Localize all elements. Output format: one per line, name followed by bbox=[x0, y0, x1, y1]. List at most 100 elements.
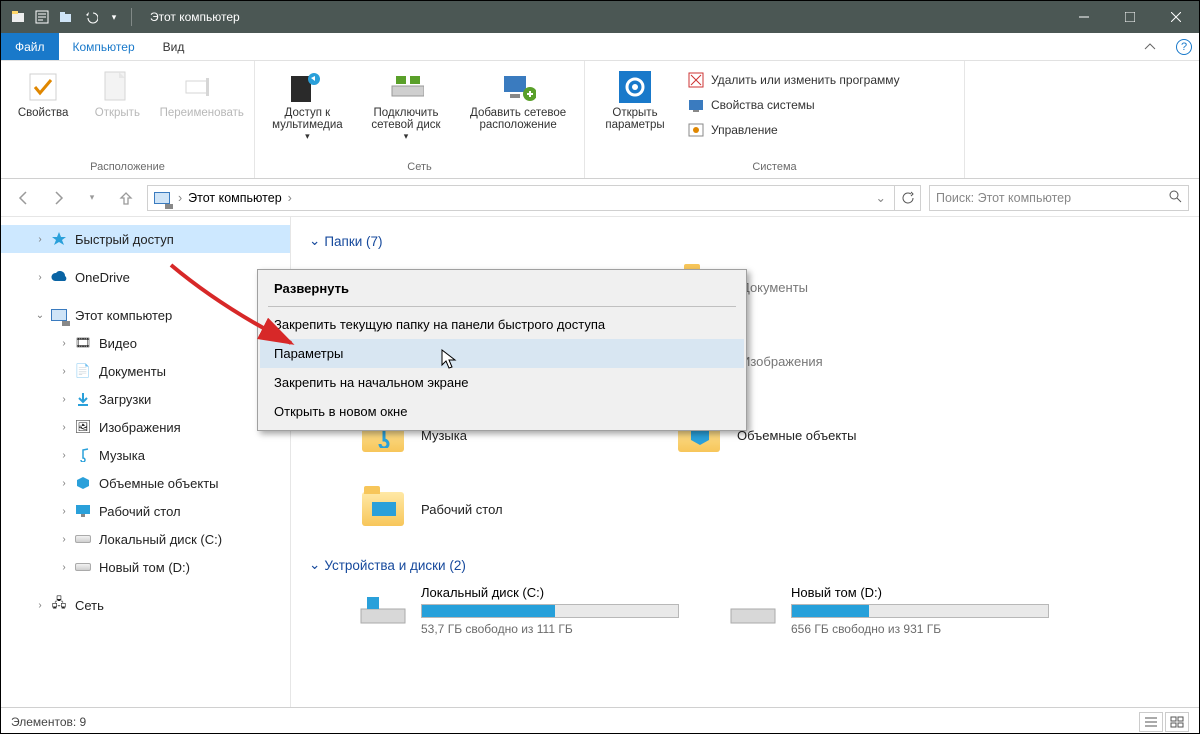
tab-computer[interactable]: Компьютер bbox=[59, 33, 149, 60]
chevron-right-icon[interactable]: › bbox=[286, 191, 294, 205]
qat-properties-icon[interactable] bbox=[31, 6, 53, 28]
up-button[interactable] bbox=[113, 185, 139, 211]
search-icon bbox=[1168, 189, 1182, 206]
tab-file[interactable]: Файл bbox=[1, 33, 59, 60]
chevron-down-icon: ⌄ bbox=[309, 557, 320, 573]
ribbon-tabs: Файл Компьютер Вид ? bbox=[1, 33, 1199, 61]
drive-icon bbox=[73, 557, 93, 577]
qat-new-folder-icon[interactable] bbox=[55, 6, 77, 28]
qat-undo-icon[interactable] bbox=[79, 6, 101, 28]
view-details-button[interactable] bbox=[1139, 712, 1163, 732]
tree-music[interactable]: ›Музыка bbox=[1, 441, 290, 469]
chevron-down-icon: ⌄ bbox=[309, 233, 320, 249]
tree-3d-objects[interactable]: ›Объемные объекты bbox=[1, 469, 290, 497]
monitor-icon bbox=[152, 188, 172, 208]
usage-bar bbox=[421, 604, 679, 618]
tree-documents[interactable]: ›📄Документы bbox=[1, 357, 290, 385]
tree-disk-c[interactable]: ›Локальный диск (C:) bbox=[1, 525, 290, 553]
folder-desktop-icon bbox=[359, 485, 407, 533]
recent-dropdown[interactable]: ▾ bbox=[79, 185, 105, 211]
system-icon bbox=[687, 96, 705, 114]
drive-icon bbox=[359, 585, 407, 625]
maximize-button[interactable] bbox=[1107, 1, 1153, 33]
tree-downloads[interactable]: ›Загрузки bbox=[1, 385, 290, 413]
group-label: Сеть bbox=[263, 158, 576, 178]
chevron-down-icon[interactable]: ⌄ bbox=[31, 310, 49, 321]
menu-separator bbox=[268, 306, 736, 307]
uninstall-icon bbox=[687, 71, 705, 89]
star-icon bbox=[49, 229, 69, 249]
map-drive-button[interactable]: Подключить сетевой диск ▾ bbox=[358, 65, 454, 142]
ctx-pin-start[interactable]: Закрепить на начальном экране bbox=[260, 368, 744, 397]
cube-icon bbox=[73, 473, 93, 493]
status-bar: Элементов: 9 bbox=[1, 707, 1199, 735]
ctx-options[interactable]: Параметры bbox=[260, 339, 744, 368]
ctx-pin-quick-access[interactable]: Закрепить текущую папку на панели быстро… bbox=[260, 310, 744, 339]
qat-dropdown-icon[interactable]: ▾ bbox=[103, 6, 125, 28]
usage-bar bbox=[791, 604, 1049, 618]
network-icon: 🖧 bbox=[49, 595, 69, 615]
chevron-right-icon[interactable]: › bbox=[176, 191, 184, 205]
ribbon: Свойства Открыть Переименовать Расположе… bbox=[1, 61, 1199, 179]
open-settings-button[interactable]: Открыть параметры bbox=[593, 65, 677, 131]
refresh-button[interactable] bbox=[895, 185, 921, 211]
search-input[interactable]: Поиск: Этот компьютер bbox=[929, 185, 1189, 211]
film-icon: 🎞 bbox=[73, 333, 93, 353]
desktop-icon bbox=[73, 501, 93, 521]
tree-video[interactable]: ›🎞Видео bbox=[1, 329, 290, 357]
download-icon bbox=[73, 389, 93, 409]
cloud-icon bbox=[49, 267, 69, 287]
section-drives[interactable]: ⌄Устройства и диски (2) bbox=[309, 557, 1181, 573]
system-properties-button[interactable]: Свойства системы bbox=[683, 94, 904, 116]
view-icons-button[interactable] bbox=[1165, 712, 1189, 732]
group-label: Система bbox=[593, 158, 956, 178]
address-dropdown-icon[interactable]: ⌄ bbox=[872, 190, 890, 205]
group-label: Расположение bbox=[9, 158, 246, 178]
drive-icon bbox=[729, 585, 777, 625]
help-button[interactable]: ? bbox=[1169, 33, 1199, 60]
add-network-location-button[interactable]: Добавить сетевое расположение bbox=[460, 65, 576, 131]
drive-c[interactable]: Локальный диск (C:) 53,7 ГБ свободно из … bbox=[359, 585, 679, 636]
app-icon bbox=[7, 6, 29, 28]
open-button: Открыть bbox=[83, 65, 151, 119]
drive-d[interactable]: Новый том (D:) 656 ГБ свободно из 931 ГБ bbox=[729, 585, 1049, 636]
search-placeholder: Поиск: Этот компьютер bbox=[936, 191, 1071, 205]
ctx-expand[interactable]: Развернуть bbox=[260, 274, 744, 303]
minimize-button[interactable] bbox=[1061, 1, 1107, 33]
tree-pictures[interactable]: ›🖼Изображения bbox=[1, 413, 290, 441]
drive-icon bbox=[73, 529, 93, 549]
back-button[interactable] bbox=[11, 185, 37, 211]
context-menu: Развернуть Закрепить текущую папку на па… bbox=[257, 269, 747, 431]
properties-button[interactable]: Свойства bbox=[9, 65, 77, 119]
uninstall-program-button[interactable]: Удалить или изменить программу bbox=[683, 69, 904, 91]
chevron-right-icon[interactable]: › bbox=[31, 234, 49, 245]
rename-button: Переименовать bbox=[157, 65, 246, 119]
tree-network[interactable]: ›🖧Сеть bbox=[1, 591, 290, 619]
breadcrumb[interactable]: › Этот компьютер › ⌄ bbox=[147, 185, 895, 211]
cursor-icon bbox=[441, 349, 457, 369]
document-icon bbox=[99, 69, 135, 105]
close-button[interactable] bbox=[1153, 1, 1199, 33]
breadcrumb-item[interactable]: Этот компьютер bbox=[184, 191, 285, 205]
window-title: Этот компьютер bbox=[150, 10, 240, 24]
title-bar: ▾ Этот компьютер bbox=[1, 1, 1199, 33]
ribbon-collapse-button[interactable] bbox=[1131, 33, 1169, 60]
tab-view[interactable]: Вид bbox=[149, 33, 199, 60]
chevron-right-icon[interactable]: › bbox=[31, 272, 49, 283]
navigation-tree: › Быстрый доступ › OneDrive ⌄ Этот компь… bbox=[1, 217, 291, 707]
tree-quick-access[interactable]: › Быстрый доступ bbox=[1, 225, 290, 253]
media-icon bbox=[289, 69, 325, 105]
manage-button[interactable]: Управление bbox=[683, 119, 904, 141]
forward-button[interactable] bbox=[45, 185, 71, 211]
address-bar: ▾ › Этот компьютер › ⌄ Поиск: Этот компь… bbox=[1, 179, 1199, 217]
tree-disk-d[interactable]: ›Новый том (D:) bbox=[1, 553, 290, 581]
section-folders[interactable]: ⌄Папки (7) bbox=[309, 233, 1181, 249]
status-text: Элементов: 9 bbox=[11, 715, 86, 729]
tree-this-pc[interactable]: ⌄ Этот компьютер bbox=[1, 301, 290, 329]
folder-desktop[interactable]: Рабочий стол bbox=[359, 481, 639, 537]
media-access-button[interactable]: Доступ к мультимедиа ▾ bbox=[263, 65, 352, 142]
tree-desktop[interactable]: ›Рабочий стол bbox=[1, 497, 290, 525]
document-icon: 📄 bbox=[73, 361, 93, 381]
tree-onedrive[interactable]: › OneDrive bbox=[1, 263, 290, 291]
ctx-open-new-window[interactable]: Открыть в новом окне bbox=[260, 397, 744, 426]
